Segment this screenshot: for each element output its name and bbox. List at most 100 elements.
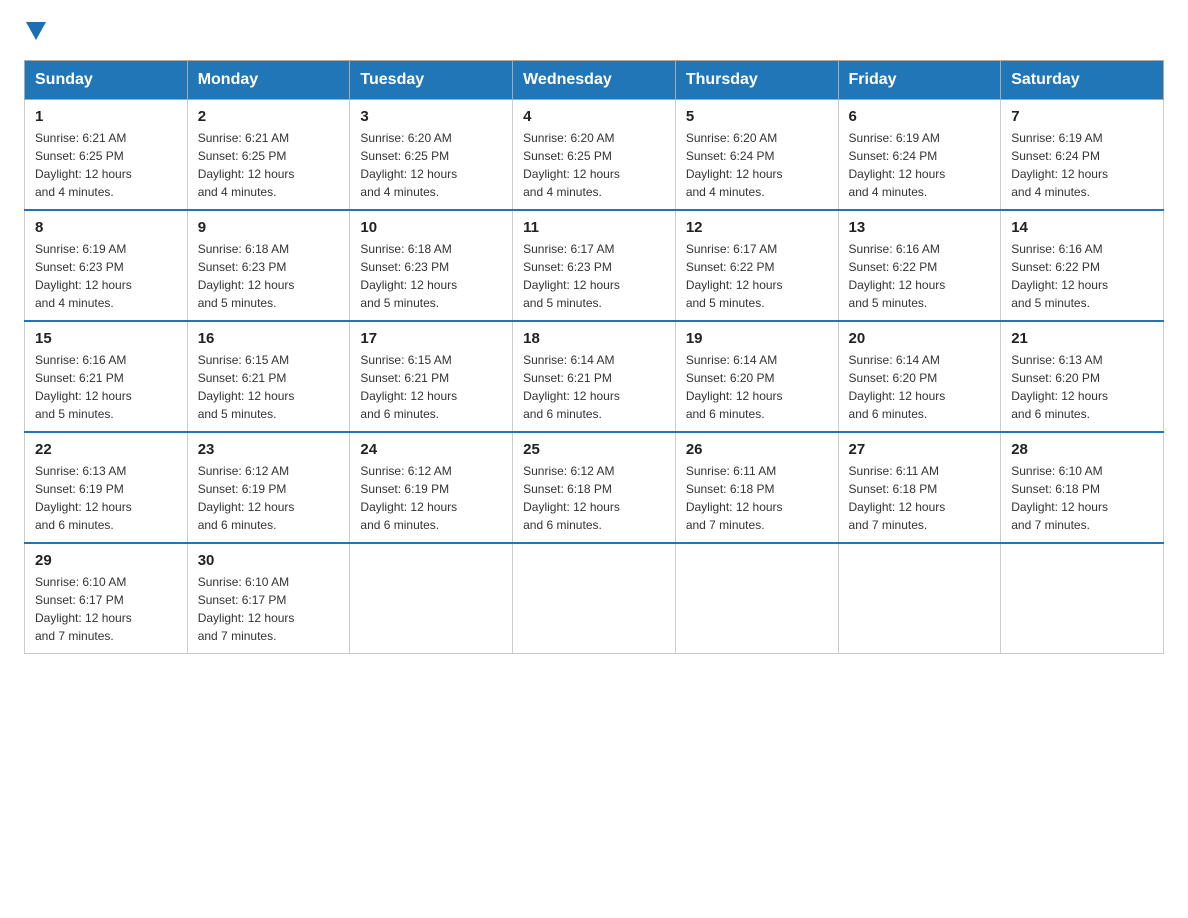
day-info: Sunrise: 6:20 AMSunset: 6:24 PMDaylight:…: [686, 129, 828, 201]
calendar-cell: [1001, 543, 1164, 654]
calendar-cell: 17 Sunrise: 6:15 AMSunset: 6:21 PMDayligh…: [350, 321, 513, 432]
day-info: Sunrise: 6:21 AMSunset: 6:25 PMDaylight:…: [198, 129, 340, 201]
day-number: 5: [686, 108, 828, 125]
day-number: 13: [849, 219, 991, 236]
day-number: 6: [849, 108, 991, 125]
calendar-cell: 24 Sunrise: 6:12 AMSunset: 6:19 PMDayligh…: [350, 432, 513, 543]
day-info: Sunrise: 6:16 AMSunset: 6:22 PMDaylight:…: [1011, 240, 1153, 312]
day-info: Sunrise: 6:19 AMSunset: 6:24 PMDaylight:…: [849, 129, 991, 201]
calendar-cell: 5 Sunrise: 6:20 AMSunset: 6:24 PMDaylight…: [675, 100, 838, 211]
day-number: 10: [360, 219, 502, 236]
day-number: 23: [198, 441, 340, 458]
header-wednesday: Wednesday: [513, 61, 676, 100]
day-info: Sunrise: 6:12 AMSunset: 6:18 PMDaylight:…: [523, 462, 665, 534]
calendar-cell: 1 Sunrise: 6:21 AMSunset: 6:25 PMDaylight…: [25, 100, 188, 211]
calendar-cell: 16 Sunrise: 6:15 AMSunset: 6:21 PMDayligh…: [187, 321, 350, 432]
logo: [24, 24, 48, 40]
day-number: 24: [360, 441, 502, 458]
day-info: Sunrise: 6:21 AMSunset: 6:25 PMDaylight:…: [35, 129, 177, 201]
day-number: 28: [1011, 441, 1153, 458]
day-info: Sunrise: 6:20 AMSunset: 6:25 PMDaylight:…: [360, 129, 502, 201]
calendar-cell: 13 Sunrise: 6:16 AMSunset: 6:22 PMDayligh…: [838, 210, 1001, 321]
header-sunday: Sunday: [25, 61, 188, 100]
day-number: 22: [35, 441, 177, 458]
calendar-cell: [513, 543, 676, 654]
day-number: 25: [523, 441, 665, 458]
day-number: 17: [360, 330, 502, 347]
day-number: 20: [849, 330, 991, 347]
day-info: Sunrise: 6:15 AMSunset: 6:21 PMDaylight:…: [360, 351, 502, 423]
calendar-cell: 25 Sunrise: 6:12 AMSunset: 6:18 PMDayligh…: [513, 432, 676, 543]
day-info: Sunrise: 6:13 AMSunset: 6:19 PMDaylight:…: [35, 462, 177, 534]
day-number: 12: [686, 219, 828, 236]
day-info: Sunrise: 6:17 AMSunset: 6:23 PMDaylight:…: [523, 240, 665, 312]
day-number: 29: [35, 552, 177, 569]
day-number: 21: [1011, 330, 1153, 347]
day-info: Sunrise: 6:18 AMSunset: 6:23 PMDaylight:…: [198, 240, 340, 312]
day-info: Sunrise: 6:19 AMSunset: 6:24 PMDaylight:…: [1011, 129, 1153, 201]
calendar-cell: 26Sunrise: 6:11 AMSunset: 6:18 PMDayligh…: [675, 432, 838, 543]
calendar-cell: 10 Sunrise: 6:18 AMSunset: 6:23 PMDayligh…: [350, 210, 513, 321]
day-number: 18: [523, 330, 665, 347]
calendar-cell: 12Sunrise: 6:17 AMSunset: 6:22 PMDayligh…: [675, 210, 838, 321]
day-info: Sunrise: 6:16 AMSunset: 6:22 PMDaylight:…: [849, 240, 991, 312]
calendar-cell: 27Sunrise: 6:11 AMSunset: 6:18 PMDayligh…: [838, 432, 1001, 543]
header-thursday: Thursday: [675, 61, 838, 100]
day-info: Sunrise: 6:14 AMSunset: 6:21 PMDaylight:…: [523, 351, 665, 423]
calendar-cell: 4 Sunrise: 6:20 AMSunset: 6:25 PMDaylight…: [513, 100, 676, 211]
calendar-week-3: 15 Sunrise: 6:16 AMSunset: 6:21 PMDayligh…: [25, 321, 1164, 432]
calendar-week-2: 8 Sunrise: 6:19 AMSunset: 6:23 PMDaylight…: [25, 210, 1164, 321]
day-number: 26: [686, 441, 828, 458]
calendar-cell: 8 Sunrise: 6:19 AMSunset: 6:23 PMDaylight…: [25, 210, 188, 321]
calendar-table: SundayMondayTuesdayWednesdayThursdayFrid…: [24, 60, 1164, 654]
day-info: Sunrise: 6:19 AMSunset: 6:23 PMDaylight:…: [35, 240, 177, 312]
day-number: 16: [198, 330, 340, 347]
day-number: 30: [198, 552, 340, 569]
calendar-week-5: 29 Sunrise: 6:10 AMSunset: 6:17 PMDayligh…: [25, 543, 1164, 654]
day-number: 3: [360, 108, 502, 125]
day-info: Sunrise: 6:14 AMSunset: 6:20 PMDaylight:…: [849, 351, 991, 423]
calendar-cell: 14Sunrise: 6:16 AMSunset: 6:22 PMDayligh…: [1001, 210, 1164, 321]
day-info: Sunrise: 6:20 AMSunset: 6:25 PMDaylight:…: [523, 129, 665, 201]
day-info: Sunrise: 6:12 AMSunset: 6:19 PMDaylight:…: [360, 462, 502, 534]
header-saturday: Saturday: [1001, 61, 1164, 100]
calendar-cell: 6 Sunrise: 6:19 AMSunset: 6:24 PMDaylight…: [838, 100, 1001, 211]
day-info: Sunrise: 6:12 AMSunset: 6:19 PMDaylight:…: [198, 462, 340, 534]
day-info: Sunrise: 6:13 AMSunset: 6:20 PMDaylight:…: [1011, 351, 1153, 423]
day-number: 1: [35, 108, 177, 125]
day-info: Sunrise: 6:10 AMSunset: 6:17 PMDaylight:…: [35, 573, 177, 645]
calendar-cell: 2 Sunrise: 6:21 AMSunset: 6:25 PMDaylight…: [187, 100, 350, 211]
day-info: Sunrise: 6:10 AMSunset: 6:18 PMDaylight:…: [1011, 462, 1153, 534]
calendar-cell: 29 Sunrise: 6:10 AMSunset: 6:17 PMDayligh…: [25, 543, 188, 654]
header-monday: Monday: [187, 61, 350, 100]
day-number: 7: [1011, 108, 1153, 125]
calendar-cell: 15 Sunrise: 6:16 AMSunset: 6:21 PMDayligh…: [25, 321, 188, 432]
calendar-cell: 23 Sunrise: 6:12 AMSunset: 6:19 PMDayligh…: [187, 432, 350, 543]
calendar-cell: 21 Sunrise: 6:13 AMSunset: 6:20 PMDayligh…: [1001, 321, 1164, 432]
calendar-cell: [838, 543, 1001, 654]
day-number: 4: [523, 108, 665, 125]
day-number: 8: [35, 219, 177, 236]
calendar-cell: [350, 543, 513, 654]
day-info: Sunrise: 6:10 AMSunset: 6:17 PMDaylight:…: [198, 573, 340, 645]
day-info: Sunrise: 6:14 AMSunset: 6:20 PMDaylight:…: [686, 351, 828, 423]
day-info: Sunrise: 6:15 AMSunset: 6:21 PMDaylight:…: [198, 351, 340, 423]
calendar-week-4: 22 Sunrise: 6:13 AMSunset: 6:19 PMDayligh…: [25, 432, 1164, 543]
calendar-cell: 19Sunrise: 6:14 AMSunset: 6:20 PMDayligh…: [675, 321, 838, 432]
calendar-header-row: SundayMondayTuesdayWednesdayThursdayFrid…: [25, 61, 1164, 100]
page-header: [24, 24, 1164, 40]
day-number: 11: [523, 219, 665, 236]
logo-triangle-icon: [26, 22, 46, 40]
day-number: 2: [198, 108, 340, 125]
day-number: 15: [35, 330, 177, 347]
calendar-week-1: 1 Sunrise: 6:21 AMSunset: 6:25 PMDaylight…: [25, 100, 1164, 211]
day-info: Sunrise: 6:11 AMSunset: 6:18 PMDaylight:…: [849, 462, 991, 534]
calendar-cell: 22 Sunrise: 6:13 AMSunset: 6:19 PMDayligh…: [25, 432, 188, 543]
calendar-cell: 11 Sunrise: 6:17 AMSunset: 6:23 PMDayligh…: [513, 210, 676, 321]
day-info: Sunrise: 6:16 AMSunset: 6:21 PMDaylight:…: [35, 351, 177, 423]
header-friday: Friday: [838, 61, 1001, 100]
day-number: 9: [198, 219, 340, 236]
calendar-cell: [675, 543, 838, 654]
calendar-cell: 7 Sunrise: 6:19 AMSunset: 6:24 PMDaylight…: [1001, 100, 1164, 211]
day-info: Sunrise: 6:18 AMSunset: 6:23 PMDaylight:…: [360, 240, 502, 312]
